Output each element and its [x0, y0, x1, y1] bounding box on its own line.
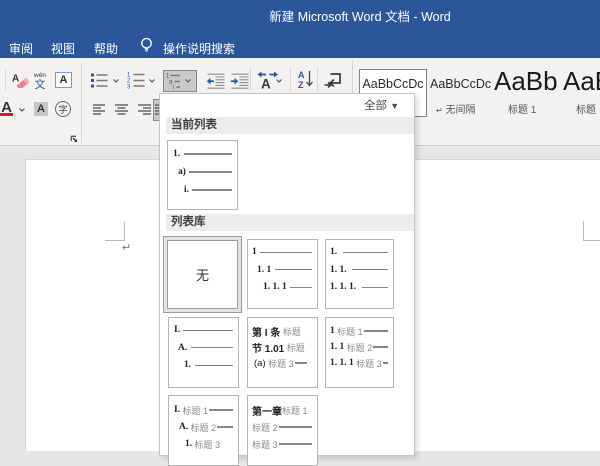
svg-text:wén: wén: [33, 72, 46, 79]
svg-text:3: 3: [127, 85, 131, 90]
svg-text:i: i: [173, 85, 174, 89]
svg-text:A: A: [12, 74, 19, 85]
svg-text:A: A: [298, 70, 305, 80]
svg-text:Z: Z: [298, 80, 304, 90]
svg-text:A: A: [261, 77, 271, 91]
svg-text:文: 文: [35, 77, 46, 89]
